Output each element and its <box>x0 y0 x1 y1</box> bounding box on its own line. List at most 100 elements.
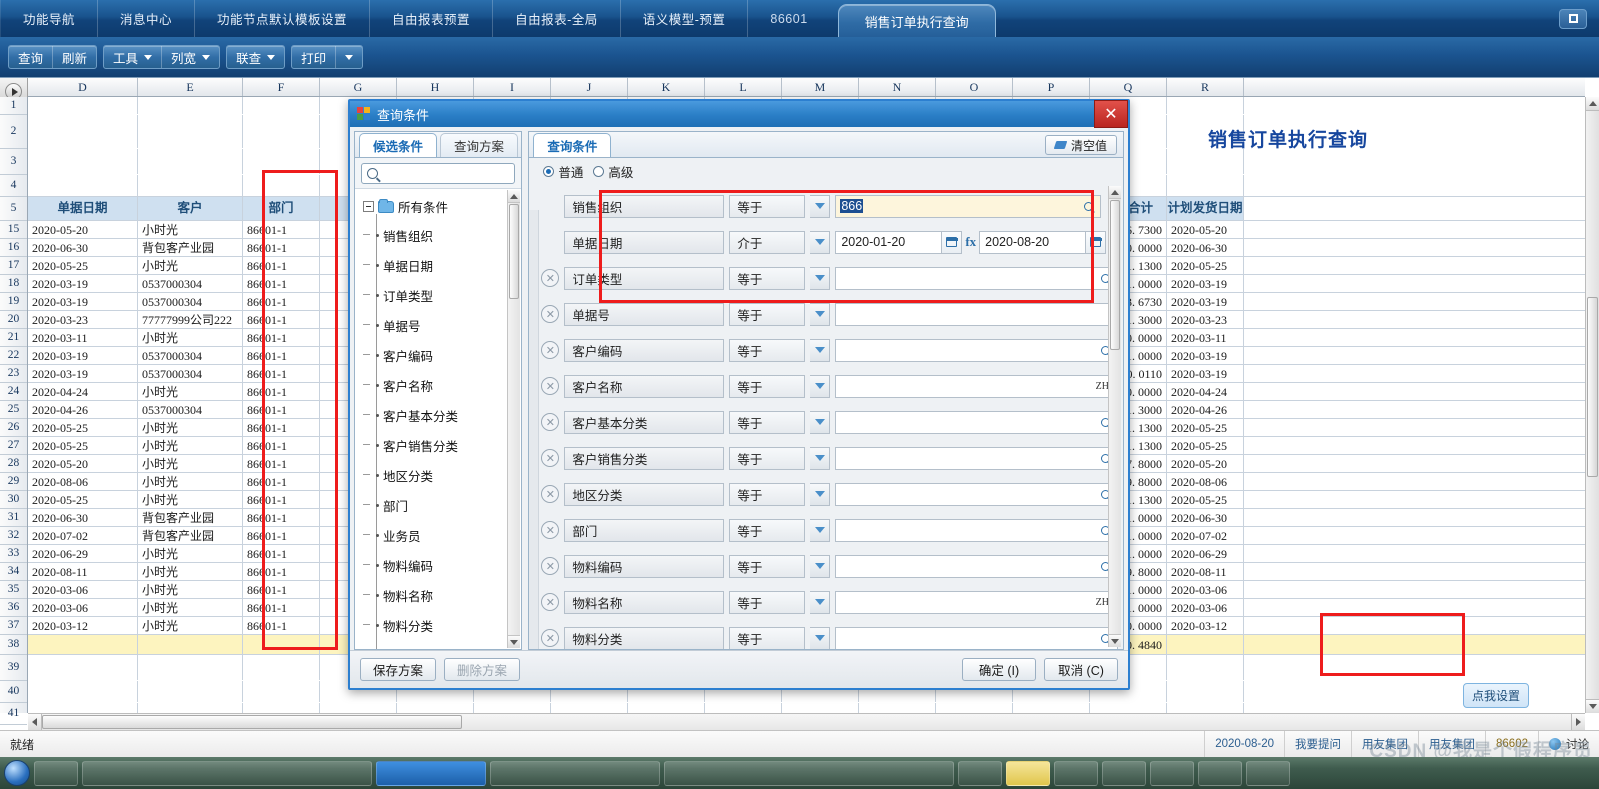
grid-cell[interactable] <box>138 149 243 174</box>
grid-cell[interactable]: 86601-1 <box>243 311 320 328</box>
grid-cell[interactable] <box>1167 175 1244 196</box>
grid-cell[interactable]: 2020-05-25 <box>28 437 138 454</box>
remove-condition-icon[interactable]: ✕ <box>541 485 560 503</box>
condition-value-input[interactable] <box>835 626 1118 649</box>
ok-button[interactable]: 确定 (I) <box>962 658 1036 681</box>
condition-operator-value[interactable]: 等于 <box>729 626 806 649</box>
grid-cell[interactable]: 86601-1 <box>243 581 320 598</box>
grid-cell[interactable]: 86601-1 <box>243 599 320 616</box>
taskbar-item-11[interactable] <box>1198 760 1242 786</box>
row-header-34[interactable]: 34 <box>0 563 27 581</box>
horizontal-scroll-thumb[interactable] <box>42 715 462 729</box>
row-header-40[interactable]: 40 <box>0 681 27 703</box>
scroll-right-arrow[interactable] <box>1571 714 1585 730</box>
grid-cell[interactable]: 2020-08-11 <box>1167 563 1244 580</box>
grid-cell[interactable]: 2020-05-25 <box>1167 257 1244 274</box>
remove-condition-icon[interactable]: ✕ <box>541 449 560 467</box>
grid-cell[interactable]: 86601-1 <box>243 437 320 454</box>
condition-value-input[interactable] <box>835 302 1118 326</box>
lookup-button[interactable] <box>1080 201 1096 211</box>
row-header-24[interactable]: 24 <box>0 383 27 401</box>
grid-cell[interactable]: 77777999公司222 <box>138 311 243 328</box>
condition-value-input[interactable] <box>835 410 1118 434</box>
row-header-38[interactable]: 38 <box>0 635 27 655</box>
row-header-36[interactable]: 36 <box>0 599 27 617</box>
grid-cell[interactable] <box>28 655 138 680</box>
column-header-J[interactable]: J <box>551 78 628 96</box>
grid-cell[interactable]: 小时光 <box>138 545 243 562</box>
collapse-icon[interactable] <box>363 201 374 212</box>
scroll-up-arrow[interactable] <box>1586 97 1599 111</box>
taskbar-item-3[interactable] <box>376 760 486 786</box>
condition-operator-dropdown[interactable] <box>810 554 831 578</box>
grid-cell[interactable]: 2020-03-23 <box>28 311 138 328</box>
grid-cell[interactable] <box>1167 149 1244 174</box>
grid-cell[interactable]: 小时光 <box>138 455 243 472</box>
grid-cell[interactable] <box>28 115 138 148</box>
condition-operator-value[interactable]: 介于 <box>729 230 806 254</box>
row-header-31[interactable]: 31 <box>0 509 27 527</box>
grid-cell[interactable]: 86601-1 <box>243 473 320 490</box>
grid-cell[interactable]: 2020-05-25 <box>28 419 138 436</box>
grid-cell[interactable] <box>1013 703 1090 713</box>
cond-scroll-down[interactable] <box>1109 634 1121 647</box>
grid-cell[interactable]: 2020-05-20 <box>28 455 138 472</box>
condition-operator-value[interactable]: 等于 <box>729 554 806 578</box>
taskbar-item-12[interactable] <box>1246 760 1290 786</box>
row-header-19[interactable]: 19 <box>0 293 27 311</box>
grid-cell[interactable] <box>138 635 243 654</box>
grid-cell[interactable]: 86601-1 <box>243 419 320 436</box>
row-header-26[interactable]: 26 <box>0 419 27 437</box>
status-discuss[interactable]: 讨论 <box>1538 731 1599 757</box>
grid-cell[interactable]: 2020-03-12 <box>28 617 138 634</box>
condition-operator-dropdown[interactable] <box>810 446 831 470</box>
column-header-N[interactable]: N <box>859 78 936 96</box>
condition-value-input[interactable] <box>835 338 1118 362</box>
conditions-vertical-scrollbar[interactable] <box>1108 186 1121 647</box>
grid-cell[interactable]: 2020-03-06 <box>1167 599 1244 616</box>
grid-cell[interactable]: 86601-1 <box>243 455 320 472</box>
tree-item-2[interactable]: 订单类型 <box>363 280 521 310</box>
grid-cell[interactable]: 背包客产业园 <box>138 527 243 544</box>
tree-item-12[interactable]: 物料名称 <box>363 580 521 610</box>
condition-operator-dropdown[interactable] <box>810 374 831 398</box>
row-header-27[interactable]: 27 <box>0 437 27 455</box>
grid-cell[interactable]: 小时光 <box>138 491 243 508</box>
grid-cell[interactable]: 2020-03-19 <box>28 347 138 364</box>
remove-condition-icon[interactable]: ✕ <box>541 629 560 647</box>
grid-cell[interactable]: 0537000304 <box>138 401 243 418</box>
taskbar-item-4[interactable] <box>490 760 660 786</box>
column-header-Q[interactable]: Q <box>1090 78 1167 96</box>
condition-value-input[interactable] <box>835 446 1118 470</box>
restore-icon[interactable] <box>1559 8 1587 29</box>
grid-cell[interactable]: 86601-1 <box>243 509 320 526</box>
taskbar-item-8[interactable] <box>1054 760 1098 786</box>
taskbar-item-10[interactable] <box>1150 760 1194 786</box>
grid-cell[interactable] <box>551 703 628 713</box>
grid-cell[interactable]: 2020-03-06 <box>1167 581 1244 598</box>
condition-operator-value[interactable]: 等于 <box>729 518 806 542</box>
grid-cell[interactable] <box>397 703 474 713</box>
grid-cell[interactable] <box>138 681 243 702</box>
grid-cell[interactable] <box>138 655 243 680</box>
column-title-cell[interactable]: 单据日期 <box>28 197 138 220</box>
column-header-D[interactable]: D <box>28 78 138 96</box>
date-from-input[interactable]: 2020-01-20 <box>835 230 943 254</box>
tree-scroll-down[interactable] <box>508 635 521 648</box>
tools-button[interactable]: 工具 <box>104 46 161 68</box>
tree-item-5[interactable]: 客户名称 <box>363 370 521 400</box>
row-header-35[interactable]: 35 <box>0 581 27 599</box>
tree-item-8[interactable]: 地区分类 <box>363 460 521 490</box>
condition-value-input[interactable]: ZH <box>835 374 1118 398</box>
tab-active-sales-order-query[interactable]: 销售订单执行查询 <box>837 4 996 37</box>
row-header-28[interactable]: 28 <box>0 455 27 473</box>
grid-cell[interactable]: 2020-03-19 <box>28 293 138 310</box>
print-button[interactable]: 打印 <box>292 46 335 68</box>
scroll-left-arrow[interactable] <box>28 714 42 730</box>
grid-cell[interactable]: 小时光 <box>138 563 243 580</box>
grid-cell[interactable]: 小时光 <box>138 221 243 238</box>
grid-cell[interactable]: 小时光 <box>138 257 243 274</box>
tree-item-4[interactable]: 客户编码 <box>363 340 521 370</box>
grid-cell[interactable] <box>243 97 320 114</box>
grid-cell[interactable]: 2020-03-06 <box>28 581 138 598</box>
